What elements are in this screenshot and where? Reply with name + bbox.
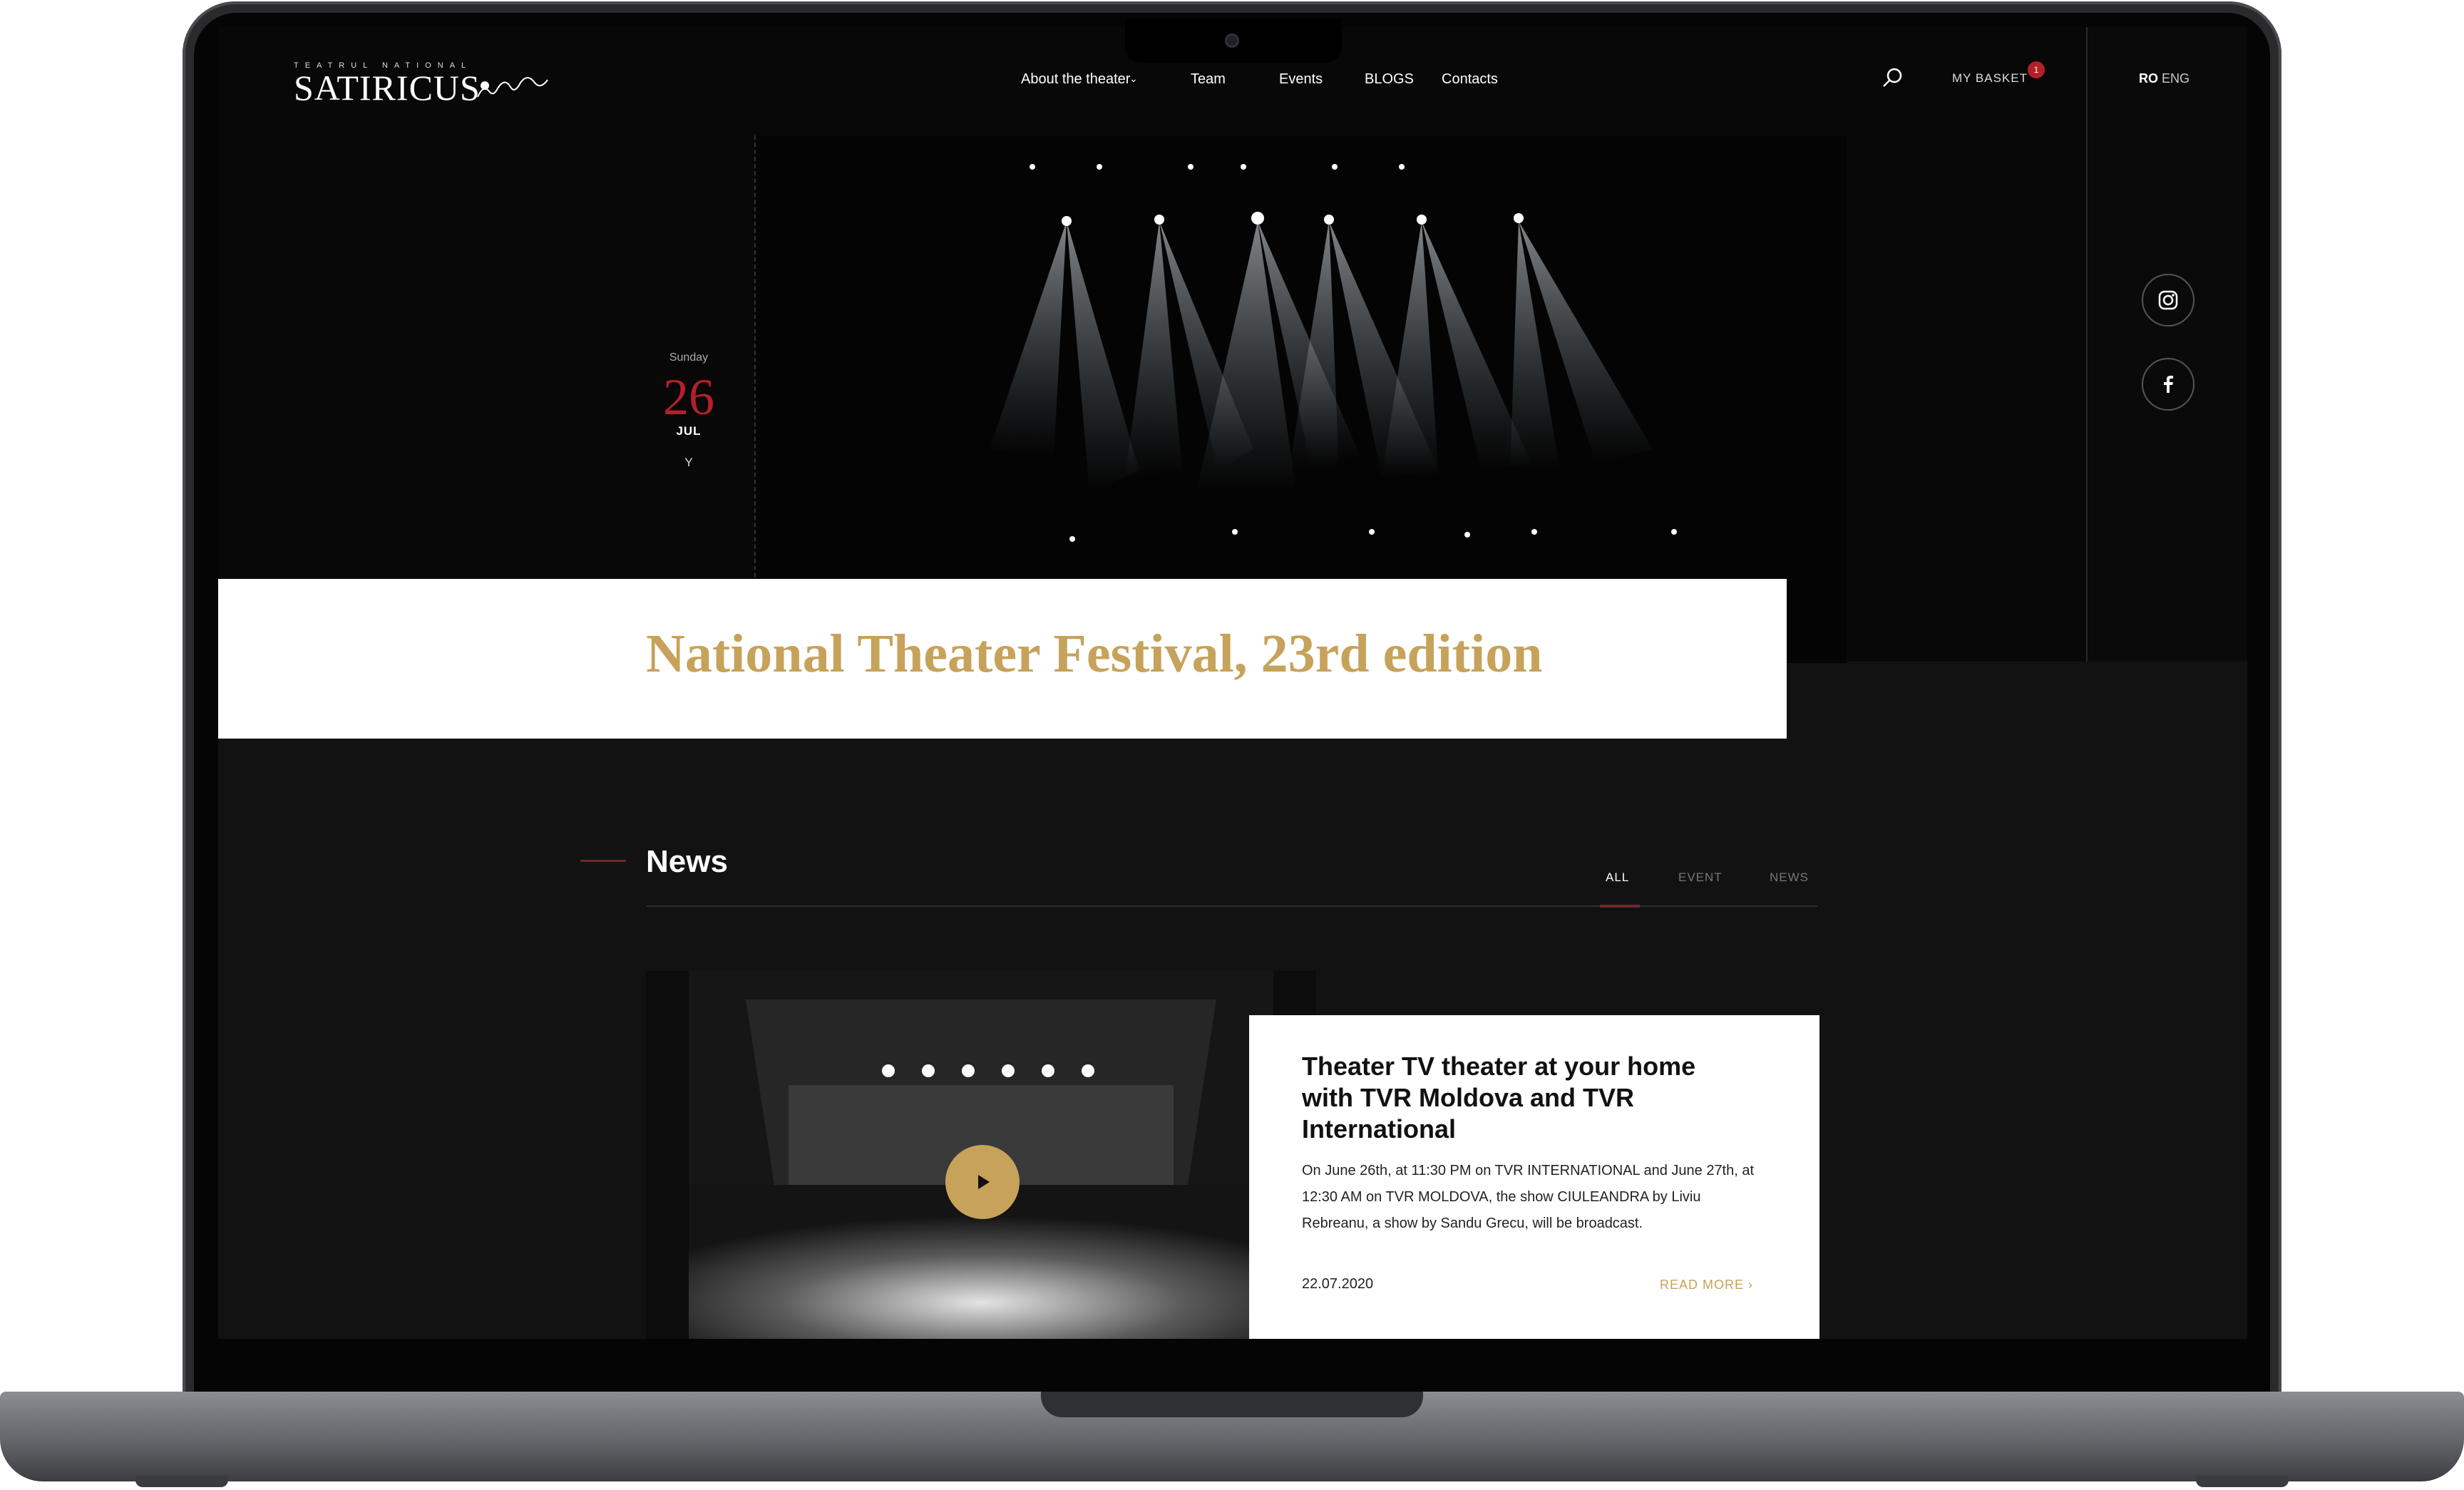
- chevron-right-icon: ›: [1748, 1278, 1754, 1292]
- hero-title[interactable]: National Theater Festival, 23rd edition: [646, 623, 1543, 685]
- website-screen: TEATRUL NATIONAL SATIRICUS About the the…: [218, 27, 2247, 1339]
- facebook-icon: [2164, 376, 2173, 393]
- hero-title-band: National Theater Festival, 23rd edition: [218, 579, 1787, 739]
- nav-blogs[interactable]: BLOGS: [1365, 71, 1414, 88]
- right-social-rail: [2086, 27, 2247, 662]
- lang-ro[interactable]: RO: [2139, 71, 2158, 86]
- nav-contacts[interactable]: Contacts: [1442, 71, 1498, 88]
- logo-title: SATIRICUS: [294, 68, 481, 108]
- news-heading-accent: [580, 860, 626, 862]
- filter-news[interactable]: NEWS: [1770, 870, 1809, 885]
- filter-active-underline: [1600, 905, 1640, 908]
- filter-all[interactable]: ALL: [1606, 870, 1629, 885]
- event-date: Sunday 26 JUL Y: [646, 351, 732, 470]
- logo-signature-icon: [477, 77, 548, 98]
- camera-icon: [1225, 34, 1239, 48]
- facebook-button[interactable]: [2142, 358, 2194, 411]
- read-more-label: READ MORE: [1660, 1278, 1745, 1292]
- event-y: Y: [684, 456, 693, 469]
- event-day: 26: [663, 369, 714, 426]
- news-card: Theater TV theater at your home with TVR…: [1249, 1015, 1819, 1339]
- laptop-foot-left: [135, 1476, 228, 1487]
- news-card-title[interactable]: Theater TV theater at your home with TVR…: [1302, 1051, 1744, 1145]
- chevron-down-icon: ⌄: [1129, 73, 1138, 84]
- event-weekday: Sunday: [669, 351, 709, 364]
- basket-count-badge: 1: [2028, 61, 2045, 78]
- laptop-opening-lip: [1041, 1392, 1423, 1417]
- filter-event[interactable]: EVENT: [1678, 870, 1723, 885]
- lang-eng[interactable]: ENG: [2162, 71, 2190, 86]
- laptop-foot-right: [2196, 1476, 2289, 1487]
- hero-dashed-guide: [754, 135, 756, 606]
- search-icon[interactable]: [1881, 66, 1905, 90]
- news-card-body: On June 26th, at 11:30 PM on TVR INTERNA…: [1302, 1163, 1755, 1231]
- basket-link[interactable]: MY BASKET: [1952, 71, 2028, 86]
- play-icon: [978, 1175, 990, 1189]
- read-more-link[interactable]: READ MORE ›: [1660, 1278, 1753, 1293]
- nav-events[interactable]: Events: [1279, 71, 1323, 88]
- language-switcher: RO ENG: [2139, 71, 2190, 86]
- instagram-icon: [2158, 290, 2178, 310]
- nav-about-the-theater[interactable]: About the theater: [1021, 71, 1130, 88]
- play-button[interactable]: [945, 1145, 1020, 1219]
- site-logo[interactable]: TEATRUL NATIONAL SATIRICUS: [294, 61, 548, 108]
- event-month: JUL: [676, 424, 702, 438]
- instagram-button[interactable]: [2142, 274, 2194, 327]
- news-card-date: 22.07.2020: [1302, 1276, 1374, 1292]
- news-divider: [646, 905, 1818, 907]
- nav-team[interactable]: Team: [1191, 71, 1226, 88]
- news-heading: News: [646, 844, 728, 879]
